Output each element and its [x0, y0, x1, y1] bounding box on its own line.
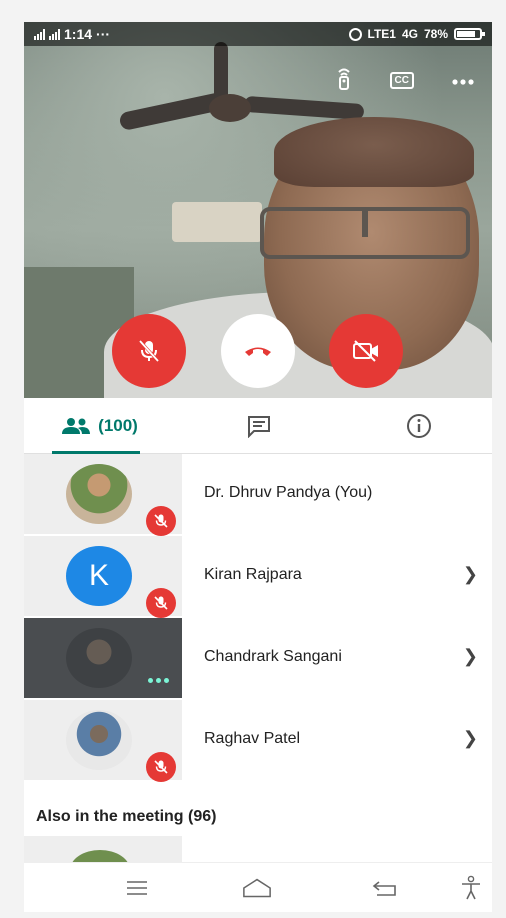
muted-mic-icon: [146, 752, 176, 782]
network-type: 4G: [401, 27, 418, 41]
home-icon[interactable]: [242, 875, 272, 901]
glasses: [260, 207, 470, 259]
lte-label: LTE1: [367, 27, 396, 41]
avatar: [66, 464, 132, 524]
chevron-right-icon[interactable]: ❯: [463, 646, 478, 667]
system-nav-bar: [24, 862, 492, 912]
cast-icon[interactable]: [336, 66, 352, 95]
captions-button[interactable]: CC: [389, 72, 414, 89]
people-icon: [62, 418, 91, 434]
participant-tile: [24, 618, 182, 698]
avatar: K: [66, 546, 132, 606]
muted-mic-icon: [146, 506, 176, 536]
status-bar: 1:14 ··· LTE1 4G 78%: [24, 22, 492, 46]
tab-info[interactable]: [394, 398, 444, 454]
info-icon: [407, 414, 431, 438]
menu-icon[interactable]: [122, 875, 152, 901]
participant-list: Dr. Dhruv Pandya (You) K Kiran Rajpara ❯…: [24, 454, 492, 782]
mic-off-icon: [138, 339, 160, 363]
ac-unit: [172, 202, 262, 242]
notification-dots: ···: [96, 26, 111, 42]
people-count: (100): [98, 416, 138, 435]
participant-name: Raghav Patel: [204, 730, 301, 747]
participant-name: Kiran Rajpara: [204, 566, 302, 583]
alarm-icon: [348, 27, 362, 41]
chevron-right-icon[interactable]: ❯: [463, 728, 478, 749]
meeting-tabs: (100): [24, 398, 492, 454]
speaking-dots-icon: [148, 678, 169, 683]
video-top-actions: CC: [336, 66, 474, 95]
more-options-icon[interactable]: [452, 72, 474, 90]
participant-tile: [24, 700, 182, 782]
muted-mic-icon: [146, 588, 176, 618]
participant-name: Chandrark Sangani: [204, 648, 342, 665]
back-icon[interactable]: [370, 875, 400, 901]
mute-mic-button[interactable]: [112, 314, 186, 388]
clock-time: 1:14: [64, 26, 93, 42]
participant-name: Dr. Dhruv Pandya (You): [204, 484, 373, 501]
participant-tile: [24, 454, 182, 536]
chevron-right-icon[interactable]: ❯: [463, 564, 478, 585]
hang-up-icon: [245, 347, 271, 356]
participant-row[interactable]: Raghav Patel ❯: [24, 700, 492, 782]
avatar: [66, 628, 132, 688]
accessibility-icon[interactable]: [456, 875, 486, 901]
also-in-meeting-heading: Also in the meeting (96): [36, 808, 217, 825]
participant-row[interactable]: K Kiran Rajpara ❯: [24, 536, 492, 618]
end-call-button[interactable]: [221, 314, 295, 388]
signal-icon: [34, 28, 45, 40]
signal-icon-2: [49, 28, 60, 40]
participant-row[interactable]: Dr. Dhruv Pandya (You): [24, 454, 492, 536]
participant-row[interactable]: Chandrark Sangani ❯: [24, 618, 492, 700]
camera-off-button[interactable]: [329, 314, 403, 388]
tab-chat[interactable]: [234, 398, 284, 454]
battery-percent: 78%: [423, 27, 448, 41]
video-off-icon: [353, 340, 378, 362]
avatar: [66, 710, 132, 770]
battery-icon: [454, 28, 485, 40]
participant-tile: K: [24, 536, 182, 618]
main-video[interactable]: 1:14 ··· LTE1 4G 78% CC: [24, 22, 492, 398]
chat-icon: [248, 416, 270, 438]
tab-people[interactable]: (100): [54, 398, 144, 454]
phone-frame: 1:14 ··· LTE1 4G 78% CC (100) Dr. Dhruv …: [0, 0, 506, 918]
meet-screen: 1:14 ··· LTE1 4G 78% CC (100) Dr. Dhruv …: [24, 22, 492, 912]
